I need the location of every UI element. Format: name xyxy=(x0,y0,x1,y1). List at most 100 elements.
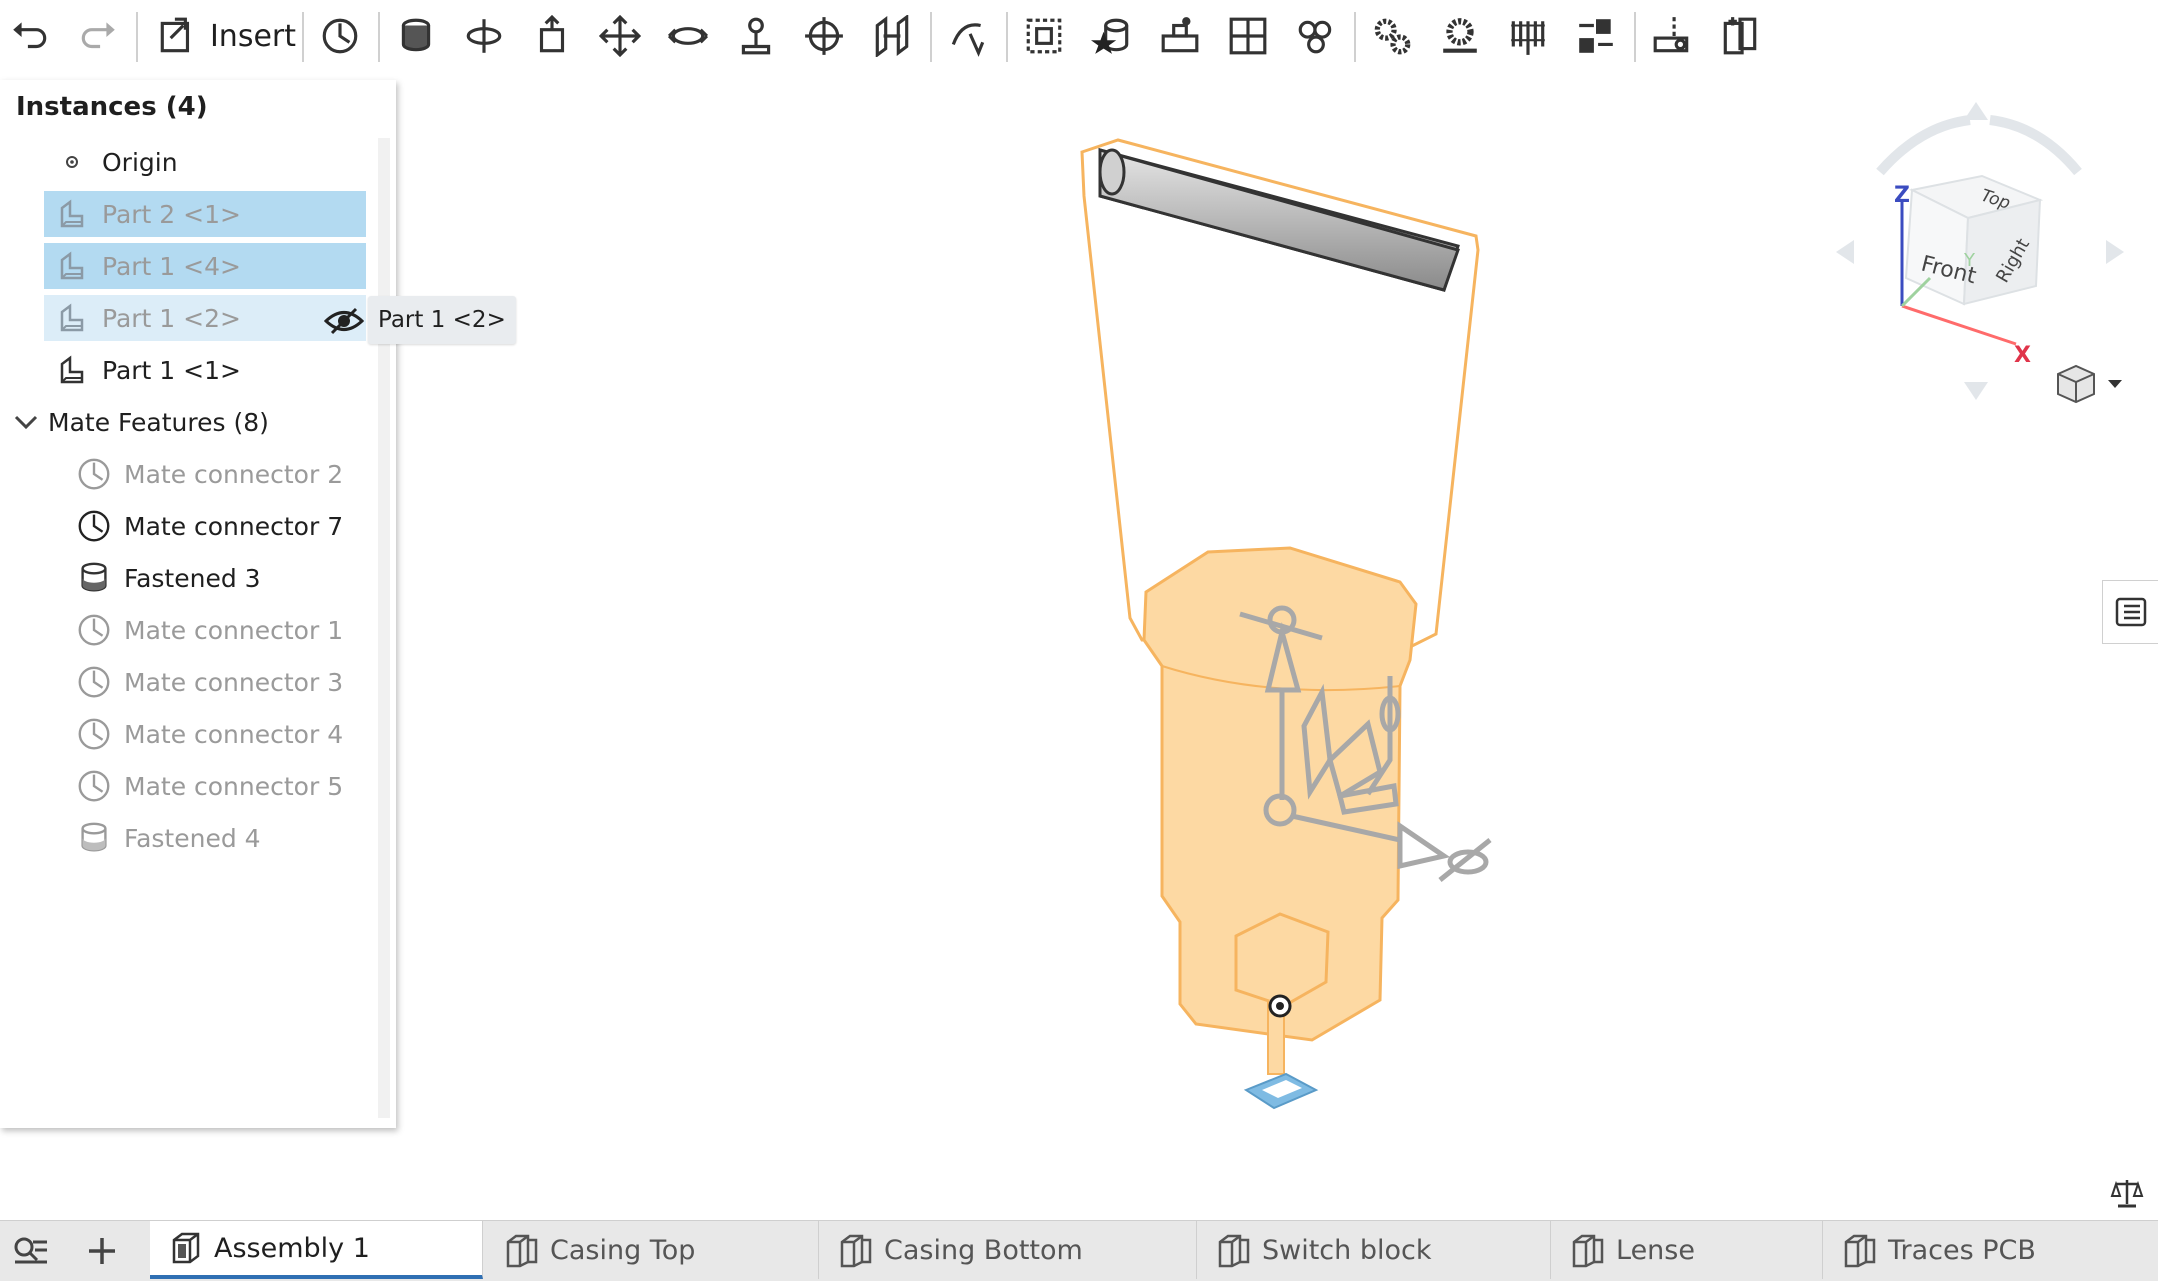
toolbar-divider xyxy=(1634,12,1636,62)
tab-search-button[interactable] xyxy=(6,1229,54,1273)
parallel-mate-icon xyxy=(875,15,909,57)
mate-item-connector-3[interactable]: Mate connector 3 xyxy=(66,659,388,705)
mate-label: Mate connector 2 xyxy=(124,459,344,489)
axis-y-label: Y xyxy=(1963,250,1976,271)
revolute-mate-icon xyxy=(466,19,502,53)
view-cube[interactable]: Top Front Right Z X Y xyxy=(1830,96,2130,416)
mate-item-fastened-4[interactable]: Fastened 4 xyxy=(66,815,388,861)
cylindrical-mate-button[interactable] xyxy=(660,8,716,64)
mate-feature-button[interactable] xyxy=(1152,8,1208,64)
section-view-button[interactable] xyxy=(1644,8,1700,64)
add-tab-button[interactable] xyxy=(78,1229,126,1273)
linear-relation-button[interactable] xyxy=(1568,8,1624,64)
mate-item-connector-1[interactable]: Mate connector 1 xyxy=(66,607,388,653)
part-icon xyxy=(50,298,94,338)
tab-label: Casing Bottom xyxy=(884,1234,1083,1266)
mate-label: Mate connector 5 xyxy=(124,771,344,801)
insert-button[interactable]: Insert xyxy=(156,8,296,64)
tab-lense[interactable]: Lense xyxy=(1552,1221,1823,1279)
fastened-mate-icon xyxy=(401,18,431,52)
hide-eye-icon[interactable] xyxy=(324,306,364,336)
replicate-icon xyxy=(1091,18,1129,54)
view-mode-dropdown[interactable] xyxy=(2057,364,2122,404)
mate-connector-button[interactable] xyxy=(312,8,368,64)
toolbar-divider xyxy=(930,12,932,62)
axis-x-label: X xyxy=(2014,343,2031,368)
parallel-mate-button[interactable] xyxy=(864,8,920,64)
instance-part1-2[interactable]: Part 1 <2> xyxy=(44,295,366,341)
tab-traces-pcb[interactable]: Traces PCB xyxy=(1824,1221,2158,1279)
tab-label: Casing Top xyxy=(550,1234,696,1266)
toolbar-divider xyxy=(1354,12,1356,62)
instance-part1-4[interactable]: Part 1 <4> xyxy=(44,243,366,289)
part-studio-icon xyxy=(1218,1234,1250,1268)
side-panel-toggle[interactable] xyxy=(2102,580,2158,644)
planar-mate-icon xyxy=(599,15,641,57)
ball-mate-button[interactable] xyxy=(796,8,852,64)
configure-icon xyxy=(1723,17,1757,55)
tab-switch-block[interactable]: Switch block xyxy=(1198,1221,1551,1279)
group-icon xyxy=(1026,18,1062,54)
tangent-mate-icon xyxy=(951,23,985,57)
mate-features-label: Mate Features (8) xyxy=(48,407,269,437)
gear-relation-button[interactable] xyxy=(1364,8,1420,64)
list-panel-icon xyxy=(2115,597,2147,627)
instances-panel: Instances (4) Origin Part 2 <1> Part 1 <… xyxy=(0,80,396,1128)
ball-mate-icon xyxy=(805,17,843,55)
slider-mate-icon xyxy=(539,15,565,53)
tab-label: Assembly 1 xyxy=(214,1232,370,1264)
linear-relation-icon xyxy=(1579,19,1613,53)
redo-icon xyxy=(81,22,115,49)
mate-item-connector-5[interactable]: Mate connector 5 xyxy=(66,763,388,809)
instance-part1-1[interactable]: Part 1 <1> xyxy=(44,347,366,393)
plus-icon xyxy=(89,1238,115,1264)
search-list-icon xyxy=(14,1237,47,1264)
fastened-mate-icon xyxy=(72,558,116,598)
replicate-button[interactable] xyxy=(1084,8,1140,64)
slider-mate-button[interactable] xyxy=(524,8,580,64)
mate-item-connector-4[interactable]: Mate connector 4 xyxy=(66,711,388,757)
selected-mate-connector[interactable] xyxy=(1268,994,1292,1018)
fastened-mate-icon xyxy=(72,818,116,858)
undo-button[interactable] xyxy=(2,8,58,64)
measure-icon[interactable] xyxy=(2110,1176,2144,1210)
group-button[interactable] xyxy=(1016,8,1072,64)
instance-label: Part 1 <1> xyxy=(102,355,241,385)
part-studio-icon xyxy=(1572,1234,1604,1268)
tab-assembly-1[interactable]: Assembly 1 xyxy=(150,1221,483,1279)
mate-item-connector-7[interactable]: Mate connector 7 xyxy=(66,503,388,549)
traces-pcb-part[interactable] xyxy=(1243,1072,1319,1110)
origin-item[interactable]: Origin xyxy=(44,139,366,185)
rack-pinion-button[interactable] xyxy=(1432,8,1488,64)
part-studio-icon xyxy=(840,1234,872,1268)
configure-button[interactable] xyxy=(1712,8,1768,64)
instance-part2-1[interactable]: Part 2 <1> xyxy=(44,191,366,237)
tab-casing-top[interactable]: Casing Top xyxy=(486,1221,819,1279)
axis-z-label: Z xyxy=(1894,183,1910,208)
redo-button[interactable] xyxy=(70,8,126,64)
section-view-icon xyxy=(1653,17,1689,53)
planar-mate-button[interactable] xyxy=(592,8,648,64)
tab-label: Lense xyxy=(1616,1234,1695,1266)
relations-button[interactable] xyxy=(1220,8,1276,64)
mate-feature-icon xyxy=(1161,17,1199,53)
explode-button[interactable] xyxy=(1288,8,1344,64)
screw-relation-button[interactable] xyxy=(1500,8,1556,64)
instance-label: Part 1 <2> xyxy=(102,303,241,333)
revolute-mate-button[interactable] xyxy=(456,8,512,64)
tangent-mate-button[interactable] xyxy=(940,8,996,64)
mate-connector-icon xyxy=(72,714,116,754)
pin-slot-mate-icon xyxy=(741,17,771,55)
part-icon xyxy=(50,246,94,286)
mate-label: Mate connector 3 xyxy=(124,667,344,697)
instances-header: Instances (4) xyxy=(16,92,208,122)
mate-connector-icon xyxy=(72,766,116,806)
mate-item-fastened-3[interactable]: Fastened 3 xyxy=(66,555,388,601)
gear-relation-icon xyxy=(1374,18,1411,55)
fastened-mate-button[interactable] xyxy=(388,8,444,64)
part-studio-icon xyxy=(506,1234,538,1268)
mate-features-header[interactable]: Mate Features (8) xyxy=(8,399,330,445)
mate-item-connector-2[interactable]: Mate connector 2 xyxy=(66,451,388,497)
tab-casing-bottom[interactable]: Casing Bottom xyxy=(820,1221,1197,1279)
pin-slot-mate-button[interactable] xyxy=(728,8,784,64)
